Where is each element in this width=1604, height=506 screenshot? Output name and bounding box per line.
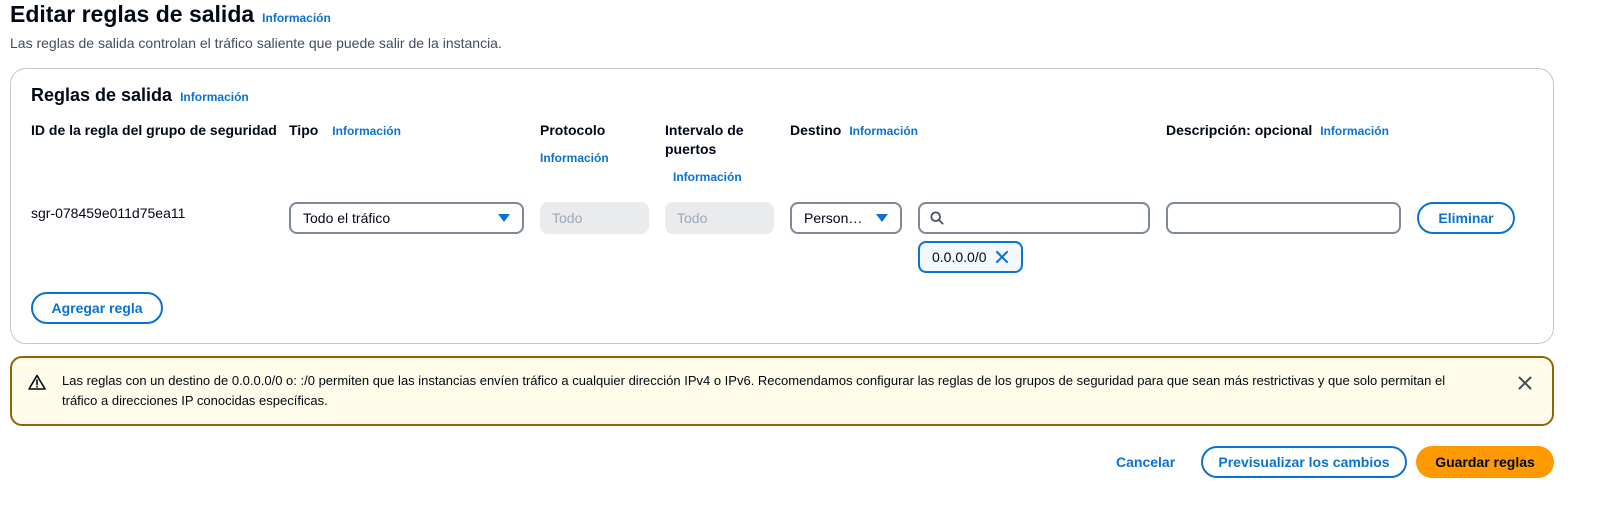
delete-rule-button[interactable]: Eliminar xyxy=(1417,202,1515,234)
column-header-port-range-line2: puertos xyxy=(665,141,717,157)
page-title: Editar reglas de salida xyxy=(10,1,255,27)
description-info-link[interactable]: Información xyxy=(1320,124,1389,138)
page-info-link[interactable]: Información xyxy=(262,11,331,25)
search-icon xyxy=(930,211,944,225)
warning-alert-text: Las reglas con un destino de 0.0.0.0/0 o… xyxy=(62,373,1446,408)
destination-token-label: 0.0.0.0/0 xyxy=(932,249,987,265)
caret-down-icon xyxy=(876,214,888,222)
port-range-field: Todo xyxy=(665,202,774,234)
page-description: Las reglas de salida controlan el tráfic… xyxy=(10,35,502,51)
outbound-rules-panel: Reglas de salida Información ID de la re… xyxy=(10,68,1554,344)
preview-changes-button[interactable]: Previsualizar los cambios xyxy=(1201,446,1407,478)
column-header-description-label: Descripción: opcional xyxy=(1166,122,1313,138)
column-header-protocol: Protocolo xyxy=(540,122,606,138)
destination-info-link[interactable]: Información xyxy=(849,124,918,138)
description-input[interactable] xyxy=(1166,202,1401,234)
page-header: Editar reglas de salida Información xyxy=(10,0,331,28)
destination-token: 0.0.0.0/0 xyxy=(918,241,1023,273)
type-select-value: Todo el tráfico xyxy=(303,210,391,226)
warning-alert: Las reglas con un destino de 0.0.0.0/0 o… xyxy=(10,356,1554,426)
warning-icon xyxy=(28,374,46,390)
column-header-rule-id: ID de la regla del grupo de seguridad xyxy=(31,122,277,138)
save-rules-button[interactable]: Guardar reglas xyxy=(1416,446,1554,478)
type-select[interactable]: Todo el tráfico xyxy=(289,202,524,234)
column-header-type-label: Tipo xyxy=(289,122,319,138)
column-header-type: Tipo Información xyxy=(289,121,401,141)
destination-type-value: Person… xyxy=(804,210,863,226)
dismiss-icon[interactable] xyxy=(1518,376,1532,390)
column-header-port-range-line1: Intervalo de xyxy=(665,122,744,138)
destination-type-select[interactable]: Person… xyxy=(790,202,902,234)
add-rule-button[interactable]: Agregar regla xyxy=(31,292,163,324)
protocol-field-value: Todo xyxy=(552,210,583,226)
protocol-info-link[interactable]: Información xyxy=(540,151,609,165)
rule-id-value: sgr-078459e011d75ea11 xyxy=(31,205,186,221)
column-header-description: Descripción: opcional Información xyxy=(1166,121,1389,141)
page-title-row: Editar reglas de salida Información xyxy=(10,0,331,28)
column-header-destination-label: Destino xyxy=(790,122,842,138)
port-range-info-link[interactable]: Información xyxy=(673,170,742,184)
remove-token-icon[interactable] xyxy=(995,250,1009,264)
destination-search-input[interactable] xyxy=(918,202,1150,234)
panel-title: Reglas de salida xyxy=(31,85,173,105)
protocol-field: Todo xyxy=(540,202,649,234)
port-range-field-value: Todo xyxy=(677,210,708,226)
type-info-link[interactable]: Información xyxy=(332,124,401,138)
panel-info-link[interactable]: Información xyxy=(180,90,249,104)
column-header-destination: Destino Información xyxy=(790,121,918,141)
cancel-button[interactable]: Cancelar xyxy=(1116,454,1175,470)
panel-title-row: Reglas de salida Información xyxy=(31,85,249,106)
caret-down-icon xyxy=(498,214,510,222)
